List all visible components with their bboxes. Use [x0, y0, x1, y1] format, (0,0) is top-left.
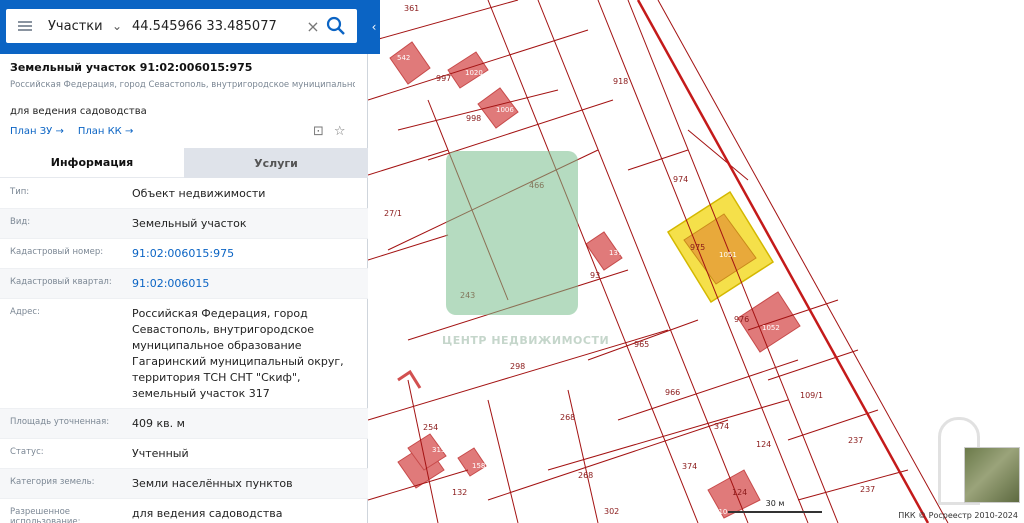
- parcel-label: 975: [690, 243, 705, 252]
- building-542: [389, 41, 431, 85]
- cadastral-number-link[interactable]: 91:02:006015:975: [122, 239, 368, 268]
- row-key: Тип:: [10, 187, 30, 197]
- basemap-toggle-thumbnail[interactable]: [964, 447, 1020, 503]
- plan-links: План ЗУ → План КК →: [10, 126, 133, 137]
- parcel-label: 998: [466, 114, 481, 123]
- parcel-label: 997: [436, 74, 451, 83]
- parcel-label: 302: [604, 507, 619, 516]
- table-row: Вид: Земельный участок: [0, 209, 368, 239]
- row-value: Объект недвижимости: [132, 187, 266, 200]
- parcel-label: 965: [634, 340, 649, 349]
- parcel-label: 976: [734, 315, 749, 324]
- table-row: Разрешенное использование: для ведения с…: [0, 499, 368, 523]
- parcel-label: 268: [578, 471, 593, 480]
- road-line: [636, 0, 930, 523]
- tab-information[interactable]: Информация: [0, 148, 184, 178]
- parcel-label: 124: [756, 440, 771, 449]
- table-row: Адрес: Российская Федерация, город Севас…: [0, 299, 368, 409]
- watermark-text: ЦЕНТР НЕДВИЖИМОСТИ: [442, 334, 610, 347]
- parcel-label: 268: [560, 413, 575, 422]
- row-key: Категория земель:: [10, 477, 95, 487]
- watermark-logo: [446, 151, 578, 315]
- row-key: Разрешенное использование:: [10, 507, 81, 523]
- copyright: ПКК © Росреестр 2010-2024: [898, 511, 1018, 520]
- plan-zu-link[interactable]: План ЗУ →: [10, 126, 64, 137]
- tabs: Информация Услуги: [0, 148, 368, 178]
- toolbar: ⊡ ☆: [313, 124, 346, 139]
- parcel-label: 237: [848, 436, 863, 445]
- row-value: Учтенный: [132, 447, 189, 460]
- info-table: Тип: Объект недвижимости Вид: Земельный …: [0, 179, 368, 523]
- parcel-label: 93: [590, 271, 600, 280]
- star-icon[interactable]: ☆: [334, 124, 346, 139]
- parcel-label: 361: [404, 4, 419, 13]
- row-value: для ведения садоводства: [132, 507, 283, 520]
- menu-icon[interactable]: [18, 21, 32, 31]
- parcel-label: 27/1: [384, 209, 402, 218]
- parcel-address-short: Российская Федерация, город Севастополь,…: [10, 80, 355, 90]
- parcel-label: 1006: [496, 106, 514, 114]
- search-box: Участки ⌄ ×: [6, 9, 357, 43]
- parcel-label: 374: [682, 462, 697, 471]
- parcel-label: 158: [472, 462, 485, 470]
- row-key: Статус:: [10, 447, 44, 457]
- parcel-label: 1051: [719, 251, 737, 259]
- parcel-label: 124: [732, 488, 747, 497]
- table-row: Кадастровый номер: 91:02:006015:975: [0, 239, 368, 269]
- tab-services[interactable]: Услуги: [184, 148, 368, 178]
- cadastral-quarter-link[interactable]: 91:02:006015: [122, 269, 368, 298]
- info-panel: Участки ⌄ × ‹ Земельный участок 91:02:00…: [0, 0, 380, 523]
- parcel-label: 137: [609, 249, 622, 257]
- parcel-label: 974: [673, 175, 688, 184]
- parcel-label: 1052: [762, 324, 780, 332]
- row-key: Адрес:: [10, 307, 40, 317]
- row-key: Кадастровый квартал:: [10, 277, 112, 287]
- search-input[interactable]: [132, 18, 302, 34]
- row-value: Российская Федерация, город Севастополь,…: [132, 307, 344, 400]
- search-bar: Участки ⌄ ×: [0, 0, 380, 54]
- parcel-purpose: для ведения садоводства: [10, 106, 147, 117]
- scale-bar: 30 м: [728, 499, 822, 513]
- collapse-panel-button[interactable]: ‹: [368, 0, 380, 54]
- parcel-label: 542: [397, 54, 410, 62]
- table-row: Категория земель: Земли населённых пункт…: [0, 469, 368, 499]
- parcel-label: 918: [613, 77, 628, 86]
- parcel-label: 319: [432, 446, 445, 454]
- table-row: Площадь уточненная: 409 кв. м: [0, 409, 368, 439]
- row-value: Земли населённых пунктов: [132, 477, 293, 490]
- parcel-label: 1020: [465, 69, 483, 77]
- plan-kk-link[interactable]: План КК →: [78, 126, 134, 137]
- parcel-label: 110: [714, 508, 727, 516]
- chevron-down-icon[interactable]: ⌄: [112, 19, 130, 33]
- parcel-label: 254: [423, 423, 438, 432]
- parcel-label: 298: [510, 362, 525, 371]
- layer-selector[interactable]: Участки: [48, 19, 112, 34]
- parcel-label: 374: [714, 422, 729, 431]
- row-key: Вид:: [10, 217, 31, 227]
- row-value: 409 кв. м: [132, 417, 185, 430]
- row-value: Земельный участок: [132, 217, 247, 230]
- parcel-title: Земельный участок 91:02:006015:975: [10, 61, 253, 74]
- row-key: Кадастровый номер:: [10, 247, 104, 257]
- table-row: Кадастровый квартал: 91:02:006015: [0, 269, 368, 299]
- parcel-label: 966: [665, 388, 680, 397]
- table-row: Статус: Учтенный: [0, 439, 368, 469]
- parcel-label: 132: [452, 488, 467, 497]
- row-key: Площадь уточненная:: [10, 417, 110, 427]
- zoom-to-object-icon[interactable]: ⊡: [313, 124, 324, 139]
- cadastral-map[interactable]: 361 542 997 1020 918 998 1006 974 466 27…: [368, 0, 1024, 523]
- table-row: Тип: Объект недвижимости: [0, 179, 368, 209]
- parcel-label: 237: [860, 485, 875, 494]
- close-icon[interactable]: ×: [302, 17, 324, 36]
- parcel-label: 109/1: [800, 391, 823, 400]
- app-root: 361 542 997 1020 918 998 1006 974 466 27…: [0, 0, 1024, 523]
- search-icon[interactable]: [324, 14, 348, 38]
